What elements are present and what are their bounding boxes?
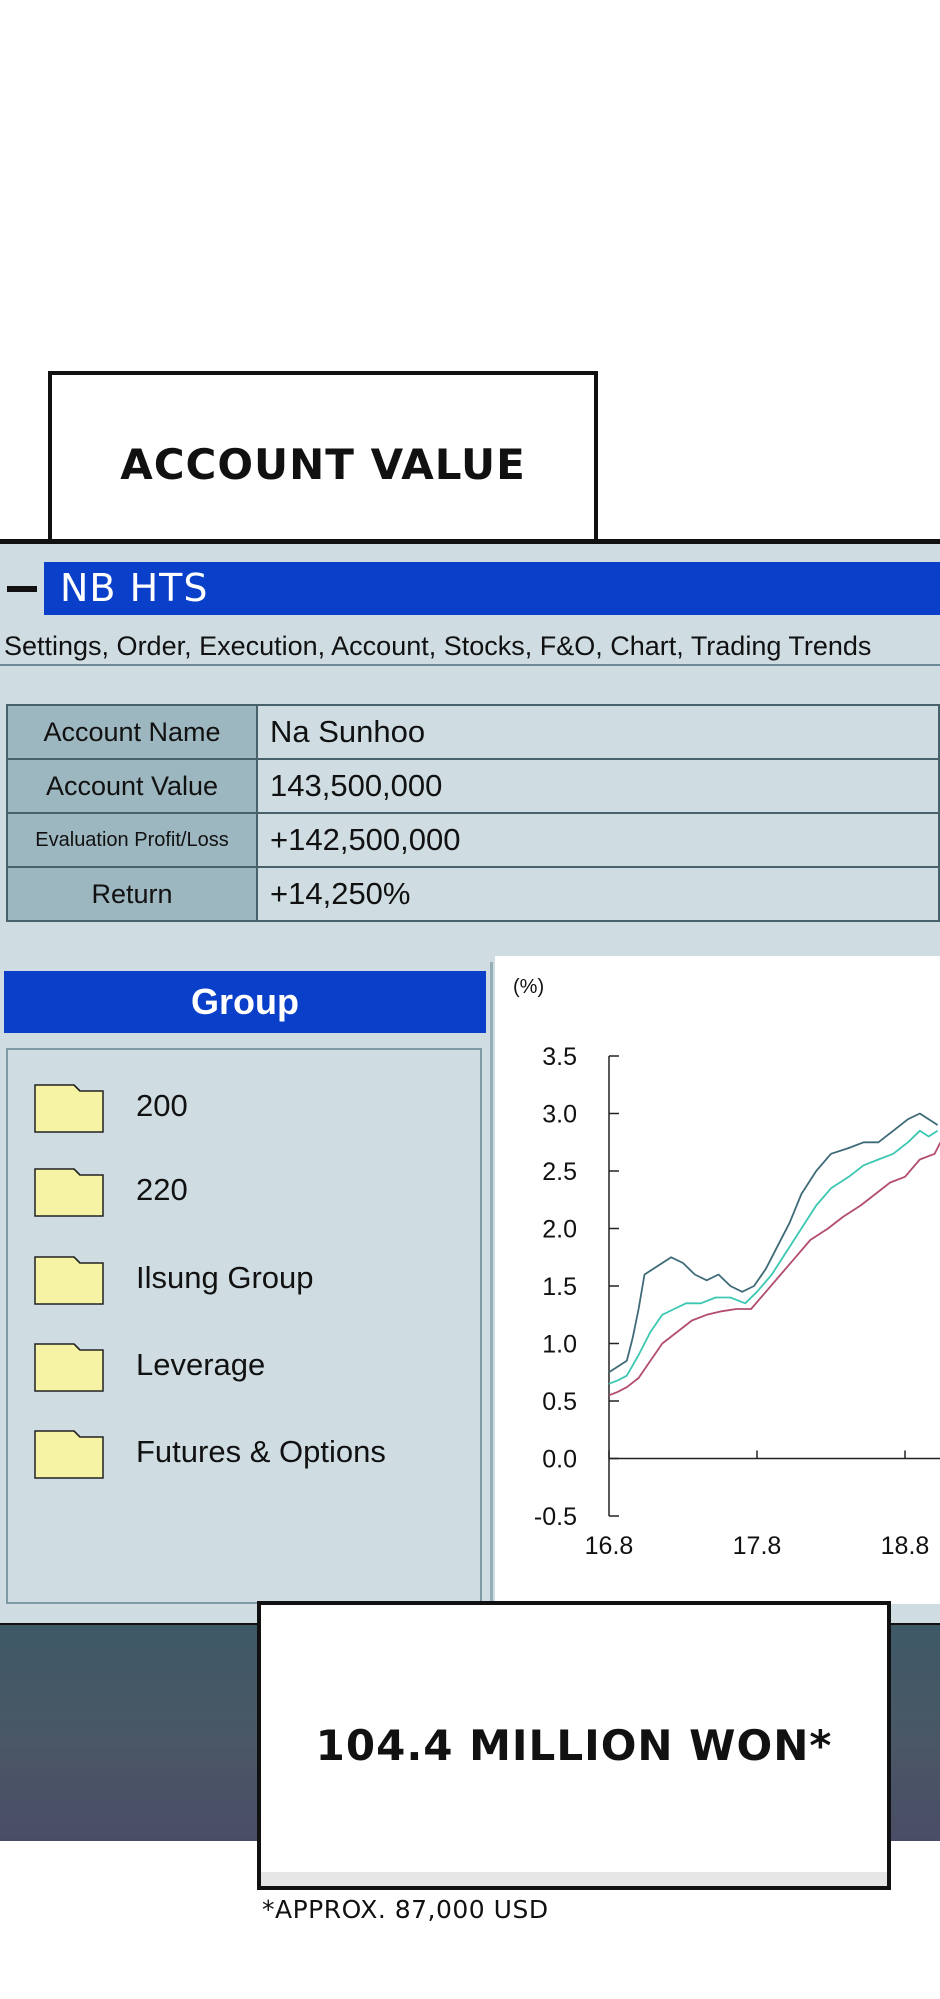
window-title: NB HTS xyxy=(60,562,208,615)
x-tick-label: 17.8 xyxy=(733,1532,782,1560)
y-tick-label: 0.0 xyxy=(542,1446,577,1474)
y-tick-label: 1.5 xyxy=(542,1273,577,1301)
return-value: +14,250% xyxy=(257,867,939,921)
group-item-futures-options[interactable]: Futures & Options xyxy=(34,1424,386,1480)
account-value-value: 143,500,000 xyxy=(257,759,939,813)
folder-icon xyxy=(34,1425,104,1479)
group-item-label: 200 xyxy=(136,1088,188,1124)
caption-top: ACCOUNT VALUE xyxy=(48,371,598,557)
caption-bottom: 104.4 MILLION WON* xyxy=(257,1601,891,1890)
series-line-1 xyxy=(609,1114,938,1373)
folder-icon xyxy=(34,1163,104,1217)
y-tick-label: 0.5 xyxy=(542,1388,577,1416)
caption-bottom-text: 104.4 MILLION WON* xyxy=(316,1721,833,1770)
x-tick-label: 16.8 xyxy=(585,1532,634,1560)
table-row: Return +14,250% xyxy=(7,867,939,921)
y-tick-label: 1.0 xyxy=(542,1331,577,1359)
folder-icon xyxy=(34,1079,104,1133)
profit-loss-value: +142,500,000 xyxy=(257,813,939,867)
profit-loss-label: Evaluation Profit/Loss xyxy=(7,813,257,867)
table-row: Account Value 143,500,000 xyxy=(7,759,939,813)
table-row: Evaluation Profit/Loss +142,500,000 xyxy=(7,813,939,867)
y-axis-label: (%) xyxy=(513,976,544,998)
footnote: *APPROX. 87,000 USD xyxy=(262,1895,549,1924)
y-tick-label: 2.0 xyxy=(542,1216,577,1244)
group-item-200[interactable]: 200 xyxy=(34,1078,188,1134)
y-tick-label: -0.5 xyxy=(534,1503,577,1531)
group-item-label: Futures & Options xyxy=(136,1434,386,1470)
y-tick-label: 3.0 xyxy=(542,1101,577,1129)
return-label: Return xyxy=(7,867,257,921)
group-item-leverage[interactable]: Leverage xyxy=(34,1337,265,1393)
table-row: Account Name Na Sunhoo xyxy=(7,705,939,759)
account-table: Account Name Na Sunhoo Account Value 143… xyxy=(6,704,940,922)
account-name-value: Na Sunhoo xyxy=(257,705,939,759)
menu-bar[interactable]: Settings, Order, Execution, Account, Sto… xyxy=(0,626,940,666)
minimize-button[interactable] xyxy=(0,562,44,615)
group-list: 200 220 Ilsung Group Leverage xyxy=(6,1048,482,1604)
group-item-ilsung-group[interactable]: Ilsung Group xyxy=(34,1250,314,1306)
group-panel: Group 200 220 Ilsung Group xyxy=(0,962,493,1604)
folder-icon xyxy=(34,1251,104,1305)
return-chart: (%) 3.5 3.0 2.5 2.0 1.5 1.0 0.5 0.0 -0.5 16.8 17.8 1… xyxy=(495,956,940,1604)
group-item-label: Leverage xyxy=(136,1347,265,1383)
account-value-label: Account Value xyxy=(7,759,257,813)
title-bar: NB HTS xyxy=(0,562,940,615)
group-item-label: Ilsung Group xyxy=(136,1260,314,1296)
minimize-icon xyxy=(7,586,37,592)
group-item-label: 220 xyxy=(136,1172,188,1208)
x-tick-label: 18.8 xyxy=(881,1532,930,1560)
y-tick-label: 2.5 xyxy=(542,1158,577,1186)
group-item-220[interactable]: 220 xyxy=(34,1162,188,1218)
caption-top-text: ACCOUNT VALUE xyxy=(120,440,526,489)
y-tick-label: 3.5 xyxy=(542,1043,577,1071)
return-chart-panel: (%) 3.5 3.0 2.5 2.0 1.5 1.0 0.5 0.0 -0.5 16.8 17.8 1… xyxy=(495,956,940,1604)
account-name-label: Account Name xyxy=(7,705,257,759)
series-line-2 xyxy=(609,1131,938,1384)
folder-icon xyxy=(34,1338,104,1392)
group-header: Group xyxy=(4,971,486,1033)
